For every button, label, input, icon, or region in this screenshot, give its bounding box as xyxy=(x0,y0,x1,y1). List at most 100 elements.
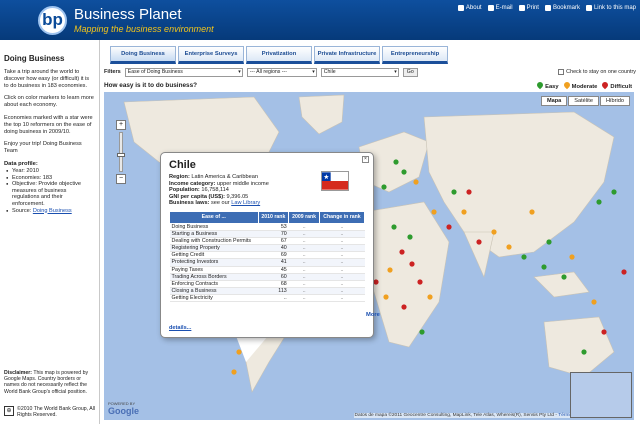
rank-2010-cell: 60 xyxy=(258,273,289,281)
data-profile-title: Data profile: xyxy=(4,160,38,167)
table-row: Dealing with Construction Permits 67.... xyxy=(169,237,365,246)
rank-2010-cell: 41 xyxy=(258,258,289,267)
site-header: bp Business Planet Mapping the business … xyxy=(0,0,640,40)
zoom-out-button[interactable]: − xyxy=(116,174,126,184)
sidebar-intro: Take a trip around the world to discover… xyxy=(4,69,90,89)
rank-name-cell: Getting Electricity xyxy=(169,294,259,303)
table-row: Closing a Business 113.... xyxy=(169,287,365,295)
zoom-slider-handle[interactable] xyxy=(117,153,125,157)
go-button[interactable]: Go xyxy=(402,67,418,77)
more-link[interactable]: More xyxy=(366,312,380,318)
legend-difficult: Difficult xyxy=(601,80,632,90)
table-row: Registering Property 40.... xyxy=(169,244,365,253)
law-library-link[interactable]: Law Library xyxy=(231,200,260,206)
table-row: Trading Across Borders 60.... xyxy=(169,273,365,281)
table-row: Starting a Business 70.... xyxy=(169,230,365,239)
map-legend: Easy Moderate Difficult xyxy=(535,80,632,90)
tab-privatization[interactable]: Privatization xyxy=(246,46,312,64)
rank-2009-cell: .. xyxy=(288,294,320,303)
profile-year: Year: 2010 xyxy=(4,168,95,175)
rank-name-cell: Dealing with Construction Permits xyxy=(169,237,259,246)
google-logo[interactable]: POWERED BY Google xyxy=(108,401,139,416)
country-select[interactable]: Chile xyxy=(320,67,399,77)
disclaimer: Disclaimer: This map is powered by Googl… xyxy=(4,370,89,395)
zoom-in-button[interactable]: + xyxy=(116,120,126,130)
tab-doing-business[interactable]: Doing Business xyxy=(110,46,176,64)
profile-economies: Economies: 183 xyxy=(4,175,95,182)
map-type-satellite[interactable]: Satélite xyxy=(568,96,599,106)
popup-gni: GNI per capita (US$): 9,396.05 xyxy=(169,193,249,200)
details-link[interactable]: details... xyxy=(169,325,191,331)
rank-name-cell: Protecting Investors xyxy=(169,258,259,267)
bookmark-link[interactable]: Bookmark xyxy=(544,5,580,11)
map-type-map[interactable]: Mapa xyxy=(540,96,568,106)
rank-2010-cell: .. xyxy=(258,294,289,303)
rank-change-cell: .. xyxy=(319,287,365,295)
rank-name-cell: Trading Across Borders xyxy=(169,273,259,281)
rank-2010-cell: 113 xyxy=(258,287,289,295)
sidebar-instruction: Click on color markers to learn more abo… xyxy=(4,95,94,109)
email-link[interactable]: E-mail xyxy=(487,5,513,11)
rank-table-header: Ease of ... 2010 rank 2009 rank Change i… xyxy=(169,210,366,224)
overview-map[interactable] xyxy=(570,372,632,418)
rank-2010-cell: 68 xyxy=(258,280,289,288)
profile-objective: Objective: Provide objective measures of… xyxy=(4,181,95,207)
rank-2010-cell: 53 xyxy=(258,223,289,232)
stay-on-country-option: Check to stay on one country xyxy=(558,69,636,75)
rank-change-cell: .. xyxy=(319,244,365,253)
rank-2010-cell: 69 xyxy=(258,251,289,260)
rank-name-cell: Closing a Business xyxy=(169,287,259,295)
rank-change-cell: .. xyxy=(319,266,365,274)
map-type-hybrid[interactable]: Híbrido xyxy=(599,96,630,106)
rank-2010-cell: 67 xyxy=(258,237,289,246)
print-link[interactable]: Print xyxy=(518,5,539,11)
rank-change-cell: .. xyxy=(319,230,365,239)
main-tabs: Doing Business Enterprise Surveys Privat… xyxy=(110,46,448,64)
envelope-icon xyxy=(487,5,494,11)
rank-2009-cell: .. xyxy=(288,230,320,239)
left-sidebar: Doing Business Take a trip around the wo… xyxy=(0,40,100,424)
rank-2010-cell: 40 xyxy=(258,244,289,253)
rank-change-cell: .. xyxy=(319,273,365,281)
table-row: Getting Credit 69.... xyxy=(169,251,365,260)
rank-2009-cell: .. xyxy=(288,237,320,246)
chain-icon xyxy=(585,5,592,11)
close-icon[interactable]: × xyxy=(362,156,369,163)
rank-name-cell: Registering Property xyxy=(169,244,259,253)
col-2009-rank: 2009 rank xyxy=(288,210,320,224)
region-select[interactable]: --- All regions --- xyxy=(246,67,317,77)
rank-change-cell: .. xyxy=(319,258,365,267)
zoom-control: + − xyxy=(116,120,126,184)
map-type-control: Mapa Satélite Híbrido xyxy=(540,96,630,106)
rank-name-cell: Paying Taxes xyxy=(169,266,259,274)
indicator-select[interactable]: Ease of Doing Business xyxy=(124,67,243,77)
rank-name-cell: Starting a Business xyxy=(169,230,259,239)
sidebar-title: Doing Business xyxy=(4,54,65,63)
table-row: Protecting Investors 41.... xyxy=(169,258,365,267)
about-link[interactable]: About xyxy=(457,5,482,11)
table-row: Enforcing Contracts 68.... xyxy=(169,280,365,288)
bookmark-icon xyxy=(544,5,551,11)
copyright: ⊕ ©2010 The World Bank Group, All Rights… xyxy=(4,406,96,418)
col-change-in-rank: Change in rank xyxy=(318,210,366,224)
zoom-slider[interactable] xyxy=(117,132,125,172)
rank-2010-cell: 70 xyxy=(258,230,289,239)
rank-2009-cell: .. xyxy=(288,223,320,232)
tab-enterprise-surveys[interactable]: Enterprise Surveys xyxy=(178,46,244,64)
stay-on-country-checkbox[interactable] xyxy=(558,69,565,75)
printer-icon xyxy=(518,5,525,11)
rank-name-cell: Getting Credit xyxy=(169,251,259,260)
col-ease-of: Ease of ... xyxy=(169,210,259,224)
rank-name-cell: Enforcing Contracts xyxy=(169,280,259,288)
source-link[interactable]: Doing Business xyxy=(33,208,72,214)
rank-2010-cell: 45 xyxy=(258,266,289,274)
sidebar-reformers-note: Economies marked with a star were the to… xyxy=(4,114,93,135)
map-question: How easy is it to do business? xyxy=(104,82,198,89)
tab-entrepreneurship[interactable]: Entrepreneurship xyxy=(382,46,448,64)
link-to-map[interactable]: Link to this map xyxy=(585,5,636,11)
sidebar-signoff: Enjoy your trip! Doing Business Team xyxy=(4,141,82,155)
tab-private-infrastructure[interactable]: Private Infrastructure xyxy=(314,46,380,64)
rank-2009-cell: .. xyxy=(288,273,320,281)
col-2010-rank: 2010 rank xyxy=(257,210,290,224)
bp-logo[interactable]: bp xyxy=(38,6,67,35)
